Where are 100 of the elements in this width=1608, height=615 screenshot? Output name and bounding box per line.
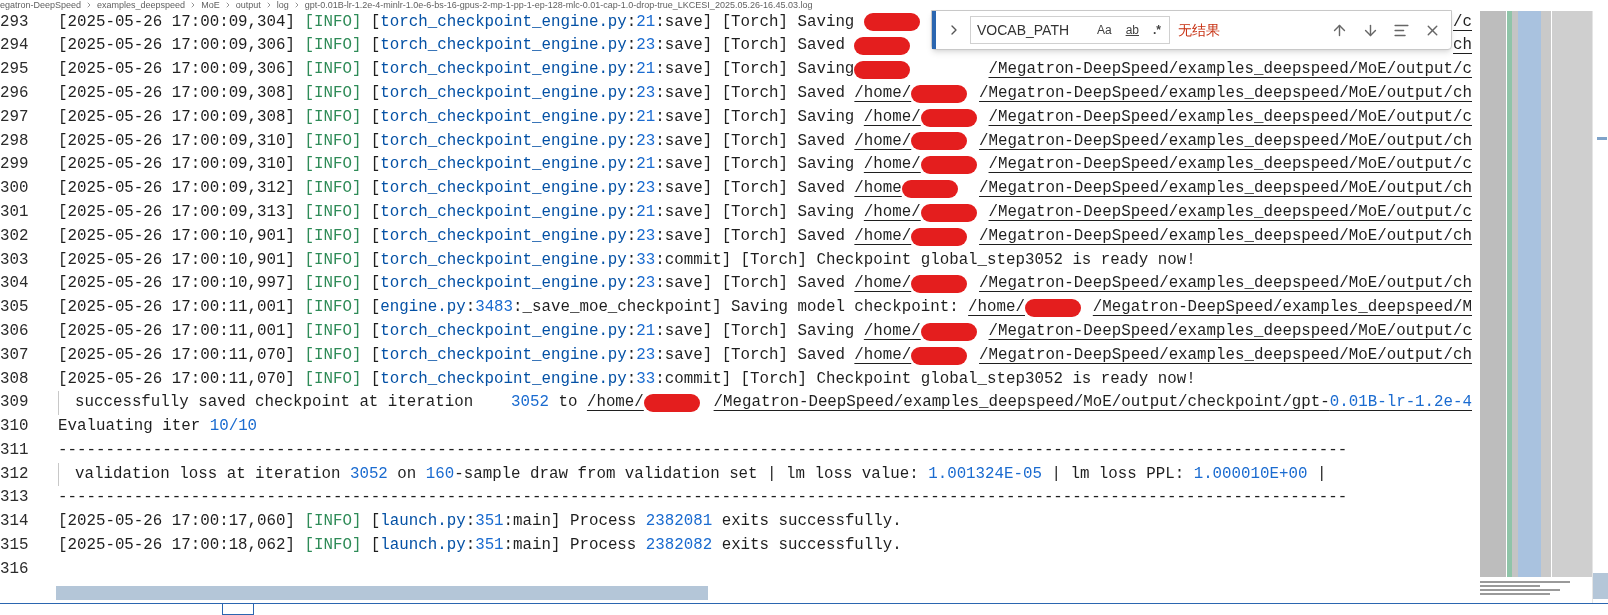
panel-tab[interactable] — [222, 604, 254, 615]
find-input-field[interactable]: VOCAB_PATH Aa ab .* — [970, 16, 1170, 44]
find-option-toggle[interactable]: ab — [1123, 21, 1141, 39]
log-text: [INFO] — [304, 344, 362, 366]
file-path-link[interactable]: /Megatron-DeepSpeed/examples_deepspeed/MoE/output/ch — [979, 224, 1472, 249]
file-path-link[interactable]: /home/ — [863, 319, 921, 344]
log-text: :save] [Torch] Saving — [655, 11, 856, 33]
find-option-toggle[interactable]: Aa — [1094, 21, 1114, 39]
breadcrumb-item[interactable]: log — [276, 0, 289, 10]
file-path-link[interactable]: /c — [1453, 10, 1472, 35]
redaction-mark — [901, 179, 958, 198]
file-path-link[interactable]: /home — [854, 177, 902, 201]
log-text: exits successfully. — [720, 511, 902, 533]
match-marker — [1597, 136, 1607, 140]
log-text: [INFO] — [304, 273, 362, 295]
file-path-link[interactable]: /Megatron-DeepSpeed/examples_deepspeed/MoE/output/c — [988, 200, 1472, 225]
file-path-link[interactable]: /Megatron-DeepSpeed/examples_deepspeed/MoE/output/checkpoint/gpt- — [713, 391, 1330, 415]
log-text: [INFO] — [304, 249, 362, 271]
log-text: : — [626, 154, 637, 176]
log-text: 23 — [636, 225, 656, 247]
file-path-link[interactable]: /home/ — [968, 296, 1025, 320]
log-text: [ — [369, 297, 381, 319]
log-text: 33 — [636, 249, 656, 271]
log-text: [2025-05-26 17:00:17,060] — [58, 511, 296, 533]
log-text: | lm loss PPL: — [1050, 463, 1186, 485]
redaction-mark — [863, 13, 920, 32]
log-text: : — [626, 59, 637, 81]
file-path-link[interactable]: /home/ — [854, 81, 912, 106]
file-path-link[interactable]: /Megatron-DeepSpeed/examples_deepspeed/M — [1092, 296, 1472, 320]
log-text: 21 — [636, 154, 656, 176]
log-text: torch_checkpoint_engine.py — [380, 35, 627, 57]
file-path-link[interactable]: /Megatron-DeepSpeed/examples_deepspeed/MoE/output/c — [988, 153, 1472, 177]
scrollbar-thumb[interactable] — [56, 586, 708, 600]
log-text: : — [626, 35, 637, 57]
log-text: [2025-05-26 17:00:09,310] — [58, 130, 296, 152]
log-text: [ — [369, 154, 381, 176]
file-path-link[interactable]: /home/ — [863, 200, 921, 225]
log-text: :save] [Torch] Saved — [655, 82, 846, 104]
breadcrumb-item[interactable]: examples_deepspeed — [97, 0, 186, 10]
log-text: Evaluating iter — [58, 416, 202, 438]
line-number: 304 — [0, 273, 28, 295]
file-path-link[interactable]: /Megatron-DeepSpeed/examples_deepspeed/MoE/output/c — [988, 105, 1472, 130]
log-text: torch_checkpoint_engine.py — [380, 344, 627, 366]
redaction-mark — [854, 61, 911, 79]
file-path-link[interactable]: 0.01B-lr-1.2e-4 — [1329, 391, 1472, 415]
file-path-link[interactable]: /home/ — [854, 272, 912, 296]
log-text: torch_checkpoint_engine.py — [380, 154, 627, 176]
file-path-link[interactable]: /home/ — [854, 224, 912, 249]
file-path-link[interactable]: /home/ — [863, 153, 921, 177]
breadcrumb-item[interactable]: gpt-0.01B-lr-1.2e-4-minlr-1.0e-6-bs-16-gpus-2-mp-1-pp-1-ep-128-mlc-0.01-cap-1.0-drop-true_LKCESI_2025.05.26-16.45.03.log — [304, 0, 813, 10]
log-text: [2025-05-26 17:00:09,312] — [58, 178, 296, 200]
log-text: [INFO] — [304, 511, 362, 533]
file-path-link[interactable]: /Megatron-DeepSpeed/examples_deepspeed/MoE/output/ch — [979, 177, 1472, 201]
line-number: 312 — [0, 463, 28, 485]
log-text: : — [465, 297, 476, 319]
file-path-link[interactable]: /home/ — [863, 105, 921, 130]
log-text: to — [557, 392, 579, 414]
line-number: 300 — [0, 178, 28, 200]
log-text: [2025-05-26 17:00:10,901] — [58, 225, 296, 247]
log-text: :save] [Torch] Saved — [655, 35, 846, 57]
log-text: launch.py — [380, 511, 466, 533]
redaction-mark — [1025, 298, 1081, 317]
file-path-link[interactable]: /Megatron-DeepSpeed/examples_deepspeed/MoE/output/c — [988, 58, 1472, 82]
log-text: :save] [Torch] Saved — [655, 130, 846, 152]
log-text: [ — [369, 106, 381, 128]
file-path-link[interactable]: /Megatron-DeepSpeed/examples_deepspeed/MoE/output/c — [988, 319, 1472, 344]
breadcrumb-item[interactable]: output — [235, 0, 261, 10]
log-text: [2025-05-26 17:00:09,310] — [58, 154, 296, 176]
file-path-link[interactable]: /Megatron-DeepSpeed/examples_deepspeed/MoE/output/ch — [979, 81, 1472, 106]
log-text: :save] [Torch] Saved — [655, 273, 846, 295]
log-text: on — [396, 463, 418, 485]
log-text: [INFO] — [304, 106, 362, 128]
find-option-toggle[interactable]: .* — [1151, 21, 1163, 39]
breadcrumb-item[interactable]: MoE — [201, 0, 220, 10]
log-text: [ — [369, 59, 381, 81]
log-text: 33 — [636, 368, 656, 390]
line-number: 316 — [0, 558, 28, 580]
breadcrumb-item[interactable]: egatron-DeepSpeed — [0, 0, 82, 10]
log-text: 2382082 — [645, 535, 713, 557]
log-text: torch_checkpoint_engine.py — [380, 201, 627, 223]
log-text: 3052 — [511, 392, 549, 414]
line-number: 311 — [0, 439, 28, 461]
line-number: 293 — [0, 11, 28, 33]
vertical-scrollbar[interactable] — [1592, 10, 1608, 603]
line-number: 314 — [0, 511, 28, 533]
file-path-link[interactable]: /Megatron-DeepSpeed/examples_deepspeed/MoE/output/ch — [979, 129, 1472, 154]
log-text: [ — [369, 344, 381, 366]
scrollbar-thumb[interactable] — [1593, 573, 1608, 599]
file-path-link[interactable]: /home/ — [854, 343, 912, 368]
log-text: [INFO] — [304, 297, 362, 319]
file-path-link[interactable]: /Megatron-DeepSpeed/examples_deepspeed/MoE/output/ch — [979, 272, 1472, 296]
file-path-link[interactable]: /home/ — [854, 129, 912, 154]
log-text: [INFO] — [304, 225, 362, 247]
file-path-link[interactable]: /Megatron-DeepSpeed/examples_deepspeed/MoE/output/ch — [979, 343, 1472, 368]
log-text: [INFO] — [304, 11, 362, 33]
file-path-link[interactable]: /home/ — [586, 391, 644, 415]
log-text: : — [626, 178, 637, 200]
no-results-text: 无结果 — [1178, 20, 1220, 40]
file-path-link[interactable]: ch — [1453, 34, 1472, 59]
line-number: 294 — [0, 35, 28, 57]
